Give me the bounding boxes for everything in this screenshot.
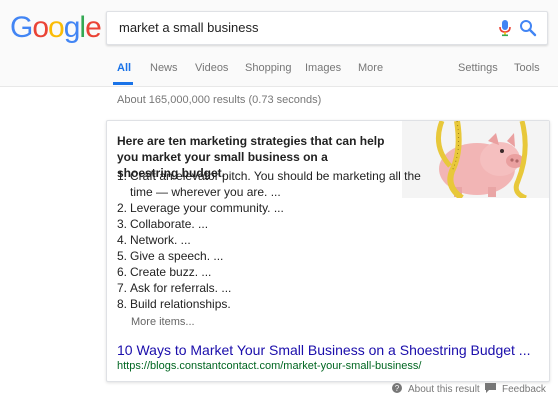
about-this-result[interactable]: ? About this result xyxy=(392,383,480,396)
tab-news[interactable]: News xyxy=(150,62,178,74)
header-bar: Google market a small business All News … xyxy=(0,0,558,87)
svg-text:?: ? xyxy=(395,384,400,393)
tab-tools[interactable]: Tools xyxy=(514,62,540,74)
active-tab-indicator xyxy=(113,82,133,85)
tab-more[interactable]: More xyxy=(358,62,383,74)
microphone-icon[interactable] xyxy=(499,19,511,42)
search-box[interactable]: market a small business xyxy=(106,11,548,45)
help-icon: ? xyxy=(392,383,402,396)
list-item: 2. Leverage your community. ... xyxy=(117,201,284,215)
featured-snippet: Here are ten marketing strategies that c… xyxy=(106,120,550,382)
feedback-label: Feedback xyxy=(502,384,546,395)
feedback-link[interactable]: Feedback xyxy=(485,383,546,396)
feedback-icon xyxy=(485,383,496,396)
tab-shopping[interactable]: Shopping xyxy=(245,62,292,74)
search-input[interactable]: market a small business xyxy=(119,20,258,35)
search-icon[interactable] xyxy=(519,19,537,42)
result-url: https://blogs.constantcontact.com/market… xyxy=(117,360,422,372)
tab-videos[interactable]: Videos xyxy=(195,62,228,74)
strategy-list: 1. Craft an elevator pitch. You should b… xyxy=(117,168,427,312)
search-tabs: All News Videos Shopping Images More Set… xyxy=(0,60,558,86)
list-item: 5. Give a speech. ... xyxy=(117,249,224,263)
list-item: 7. Ask for referrals. ... xyxy=(117,281,232,295)
list-item: 1. Craft an elevator pitch. You should b… xyxy=(117,169,421,199)
tab-images[interactable]: Images xyxy=(305,62,341,74)
result-stats: About 165,000,000 results (0.73 seconds) xyxy=(117,94,322,106)
list-item: 6. Create buzz. ... xyxy=(117,265,212,279)
list-item: 3. Collaborate. ... xyxy=(117,217,209,231)
list-item: 4. Network. ... xyxy=(117,233,191,247)
about-this-result-label: About this result xyxy=(408,384,480,395)
tab-all[interactable]: All xyxy=(117,62,131,74)
tab-settings[interactable]: Settings xyxy=(458,62,498,74)
list-item: 8. Build relationships. xyxy=(117,297,231,311)
google-logo[interactable]: Google xyxy=(10,12,102,44)
result-title-link[interactable]: 10 Ways to Market Your Small Business on… xyxy=(117,342,530,358)
more-items-link[interactable]: More items... xyxy=(131,316,195,328)
